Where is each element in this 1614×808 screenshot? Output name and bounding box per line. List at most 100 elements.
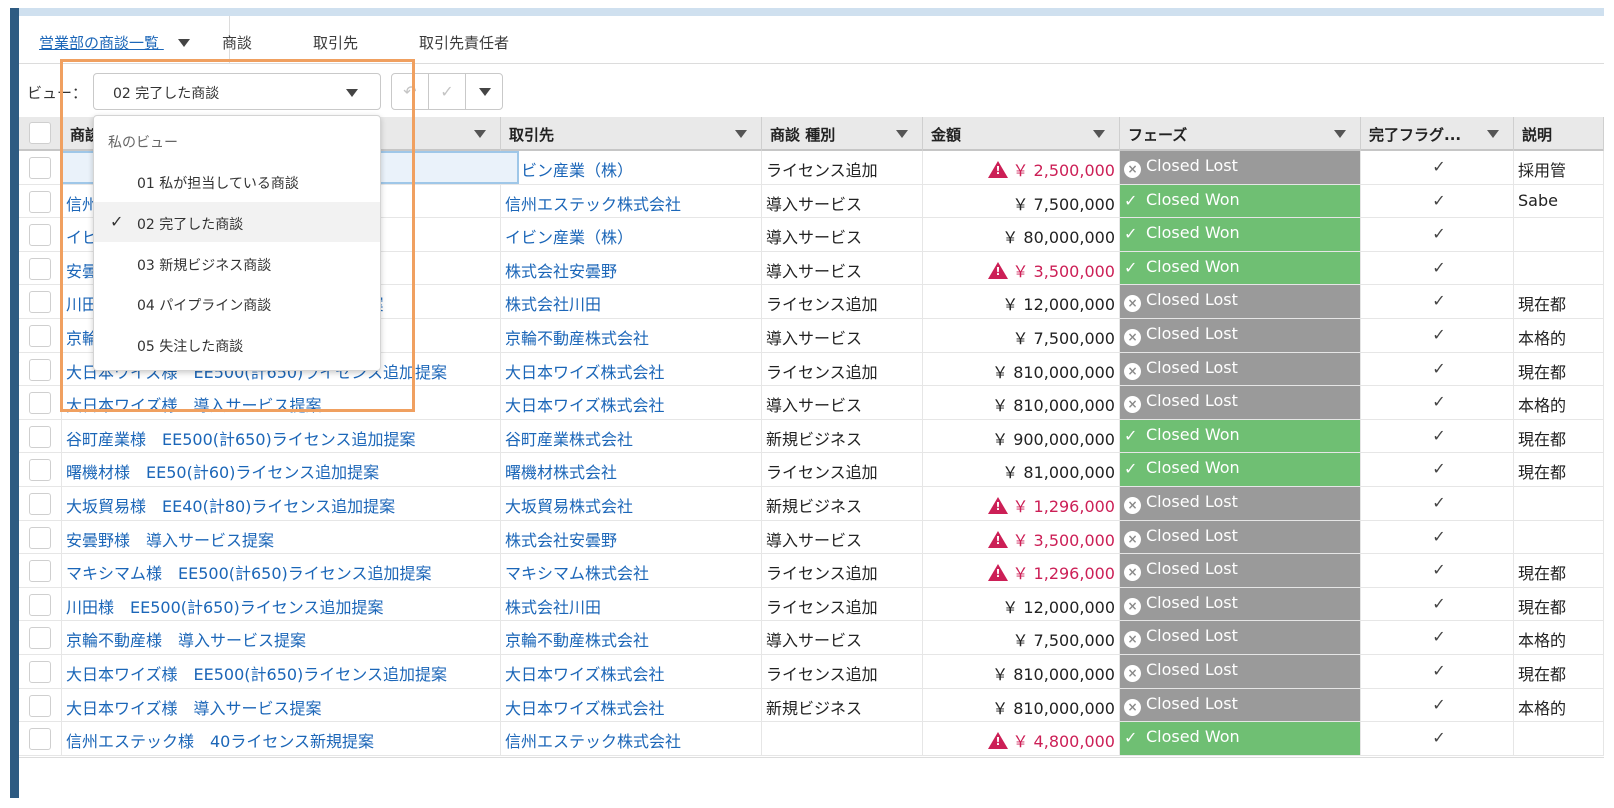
opportunity-link[interactable]: 川田様 EE500(計650)ライセンス追加提案 — [66, 598, 383, 617]
dropdown-item-view[interactable]: 04 パイプライン商談 — [94, 283, 380, 323]
opportunity-link[interactable]: 安曇野様 導入サービス提案 — [66, 531, 274, 550]
opportunity-link[interactable]: 京輪不動産様 導入サービス提案 — [66, 631, 306, 650]
chevron-down-icon[interactable] — [474, 130, 486, 138]
row-checkbox[interactable] — [29, 526, 51, 549]
amount-cell: ￥ 1,296,000 — [923, 554, 1120, 587]
row-checkbox[interactable] — [29, 493, 51, 515]
phase-cell: × Closed Lost — [1120, 655, 1361, 688]
row-checkbox[interactable] — [29, 661, 51, 683]
close-circle-icon: × — [1124, 362, 1141, 380]
amount-value: ￥ 7,500,000 — [1012, 329, 1115, 348]
chevron-down-icon[interactable] — [1487, 130, 1499, 138]
account-link[interactable]: 大日本ワイズ株式会社 — [505, 363, 665, 382]
opportunity-link[interactable]: 大日本ワイズ様 導入サービス提案 — [66, 699, 322, 718]
row-select-cell — [19, 285, 62, 318]
row-checkbox[interactable] — [29, 728, 51, 751]
tab-sales-opportunity-list[interactable]: 営業部の商談一覧 — [39, 32, 190, 53]
row-checkbox[interactable] — [29, 627, 51, 650]
account-link[interactable]: 大日本ワイズ株式会社 — [505, 396, 665, 415]
chevron-down-icon[interactable] — [1334, 130, 1346, 138]
chevron-down-icon[interactable] — [896, 130, 908, 138]
account-cell: 株式会社安曇野 — [501, 251, 762, 285]
row-select-cell — [19, 218, 62, 251]
account-link[interactable]: 京輪不動産株式会社 — [505, 631, 649, 650]
col-description[interactable]: 説明 — [1514, 117, 1604, 151]
col-closed-flag[interactable]: 完了フラグ... — [1361, 117, 1514, 151]
save-button[interactable]: ✓ — [429, 74, 466, 109]
chevron-down-icon[interactable] — [1093, 130, 1105, 138]
opportunity-link[interactable]: マキシマム様 EE500(計650)ライセンス追加提案 — [66, 564, 431, 583]
row-checkbox[interactable] — [29, 325, 51, 347]
account-link[interactable]: マキシマム株式会社 — [505, 564, 649, 583]
row-checkbox[interactable] — [29, 425, 51, 448]
account-link[interactable]: 株式会社川田 — [505, 598, 601, 617]
check-icon: ✓ — [1432, 224, 1446, 244]
col-amount[interactable]: 金額 — [923, 117, 1120, 151]
row-checkbox[interactable] — [29, 560, 51, 583]
account-link[interactable]: 大日本ワイズ株式会社 — [505, 665, 665, 684]
account-link[interactable]: イビン産業（株） — [505, 228, 633, 247]
account-link[interactable]: 株式会社安曇野 — [505, 262, 617, 281]
account-cell: 大日本ワイズ株式会社 — [501, 688, 762, 722]
account-link[interactable]: 大日本ワイズ株式会社 — [505, 699, 665, 718]
amount-cell: ￥ 4,800,000 — [923, 722, 1120, 755]
tab-account[interactable]: 取引先 — [313, 32, 358, 53]
col-type[interactable]: 商談 種別 — [762, 117, 923, 151]
account-link[interactable]: 株式会社川田 — [505, 295, 601, 314]
account-cell: マキシマム株式会社 — [501, 554, 762, 587]
opportunity-link[interactable]: 信州エステック様 40ライセンス新規提案 — [66, 732, 374, 751]
close-circle-icon: × — [1124, 564, 1141, 582]
account-link[interactable]: 株式会社安曇野 — [505, 531, 617, 550]
row-checkbox[interactable] — [29, 291, 51, 314]
dropdown-item-view[interactable]: ✓ 02 完了した商談 — [94, 201, 380, 242]
chevron-down-icon[interactable] — [735, 130, 747, 138]
row-checkbox[interactable] — [29, 224, 51, 247]
row-checkbox[interactable] — [29, 593, 51, 616]
select-all-checkbox[interactable] — [29, 122, 51, 144]
top-accent-bar — [10, 8, 1604, 16]
opportunity-link[interactable]: 谷町産業様 EE500(計650)ライセンス追加提案 — [66, 430, 415, 449]
account-link[interactable]: 谷町産業株式会社 — [505, 430, 633, 449]
col-phase[interactable]: フェーズ — [1120, 117, 1361, 151]
description-cell — [1514, 218, 1604, 251]
row-checkbox[interactable] — [29, 257, 51, 280]
opportunity-link[interactable]: 大坂貿易様 EE40(計80)ライセンス追加提案 — [66, 497, 395, 516]
close-circle-icon: × — [1124, 295, 1141, 313]
table-row: 大坂貿易様 EE40(計80)ライセンス追加提案 大坂貿易株式会社 新規ビジネス ￥ … — [19, 487, 1604, 521]
close-circle-icon: × — [1124, 497, 1141, 514]
opportunity-link[interactable]: 大日本ワイズ様 EE500(計650)ライセンス追加提案 — [66, 665, 447, 684]
dropdown-item-view[interactable]: 03 新規ビジネス商談 — [94, 243, 380, 283]
account-link[interactable]: 京輪不動産株式会社 — [505, 329, 649, 348]
tab-opportunity[interactable]: 商談 — [222, 32, 252, 53]
opportunity-link[interactable]: 大日本ワイズ様 導入サービス提案 — [66, 396, 322, 415]
opportunity-link[interactable]: 曙機材様 EE50(計60)ライセンス追加提案 — [66, 463, 379, 482]
account-cell: 谷町産業株式会社 — [501, 419, 762, 453]
account-link[interactable]: 信州エステック株式会社 — [505, 732, 681, 751]
row-checkbox[interactable] — [29, 157, 51, 179]
row-checkbox[interactable] — [29, 459, 51, 482]
tab-contact[interactable]: 取引先責任者 — [419, 32, 509, 53]
opportunity-name-cell: 川田様 EE500(計650)ライセンス追加提案 — [62, 587, 501, 621]
row-checkbox[interactable] — [29, 358, 51, 381]
view-select[interactable]: 02 完了した商談 — [93, 73, 381, 110]
account-link[interactable]: 大坂貿易株式会社 — [505, 497, 633, 516]
dropdown-item-label: 02 完了した商談 — [137, 216, 244, 233]
dropdown-item-view[interactable]: 01 私が担当している商談 — [94, 161, 380, 201]
dropdown-item-view[interactable]: 05 失注した商談 — [94, 324, 380, 364]
col-account[interactable]: 取引先 — [501, 117, 762, 151]
chevron-down-icon[interactable] — [177, 39, 190, 47]
closed-flag-cell: ✓ — [1361, 184, 1514, 218]
phase-label: Closed Lost — [1146, 559, 1238, 579]
account-link[interactable]: イビン産業（株） — [505, 161, 633, 180]
row-checkbox[interactable] — [29, 694, 51, 717]
row-checkbox[interactable] — [29, 190, 51, 213]
row-checkbox[interactable] — [29, 392, 51, 415]
phase-label: Closed Won — [1146, 424, 1240, 444]
account-link[interactable]: 信州エステック株式会社 — [505, 195, 681, 214]
check-icon: ✓ — [1432, 593, 1446, 613]
opportunity-name-cell: 大坂貿易様 EE40(計80)ライセンス追加提案 — [62, 487, 501, 520]
account-link[interactable]: 曙機材株式会社 — [505, 463, 617, 482]
amount-cell: ￥ 1,296,000 — [923, 487, 1120, 520]
undo-button[interactable]: ↶ — [392, 74, 429, 109]
more-actions-button[interactable] — [466, 74, 503, 109]
